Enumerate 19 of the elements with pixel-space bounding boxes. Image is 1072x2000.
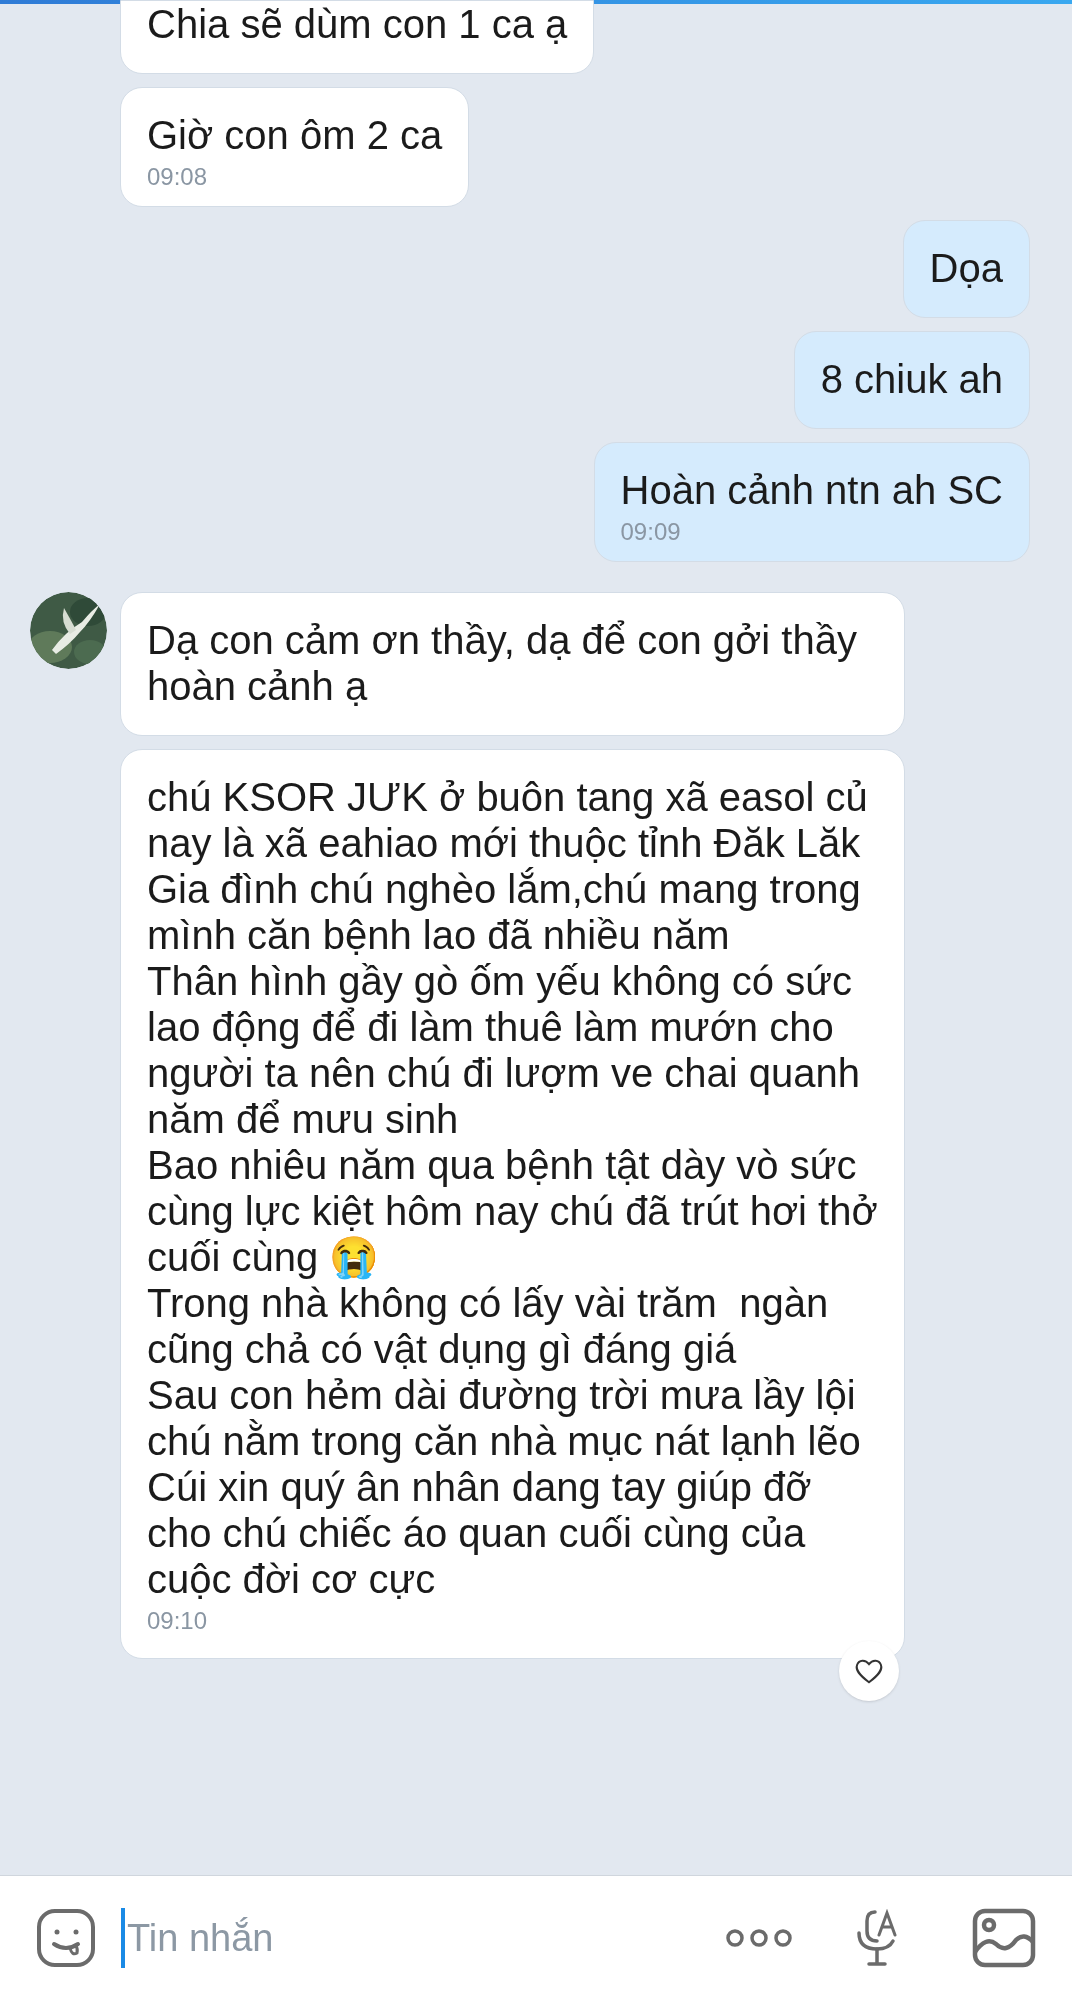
message-composer[interactable]: Tin nhắn <box>0 1875 1072 2000</box>
message-text: Dạ con cảm ơn thầy, dạ để con gởi thầy hoàn cảnh ạ <box>147 617 858 709</box>
message-time: 09:09 <box>620 517 682 547</box>
image-icon <box>972 1908 1036 1968</box>
message-time: 09:10 <box>147 1606 209 1636</box>
heart-icon <box>854 1657 884 1685</box>
sticker-button[interactable] <box>35 1907 97 1969</box>
like-button[interactable] <box>839 1641 899 1701</box>
message-text: chú KSOR JƯK ở buôn tang xã easol củ nay là xã eahiao mới thuộc tỉnh Đăk Lăk Gia đình chú nghèo lắm,chú mang trong mình căn bệnh lao đã nhiều năm Thân hình gầy gò ốm yếu không có sức lao động để đi làm thuê làm mướn cho người ta nên chú đi lượm ve chai quanh năm để mưu sinh Bao nhiêu năm qua bệnh tật dày vò sức cùng lực kiệt hôm nay chú đã trút hơi thở cuối cùng 😭 Trong nhà không có lấy vài trăm ngàn cũng chả có vật dụng gì đáng giá Sau con hẻm dài đường trời mưa lầy lội chú nằm trong căn nhà mục nát lạnh lẽo Cúi xin quý ân nhân dang tay giúp đỡ cho chú chiếc áo quan cuối cùng của cuộc đời cơ cực <box>147 774 878 1602</box>
message-time: 09:08 <box>147 162 209 192</box>
message-text: Dọa <box>929 245 1003 291</box>
message-input[interactable]: Tin nhắn <box>121 1908 699 1968</box>
message-text: Chia sẽ dùm con 1 ca ạ <box>147 1 568 47</box>
message-text: 8 chiuk ah <box>820 356 1003 402</box>
more-icon <box>725 1928 793 1948</box>
message-text: Hoàn cảnh ntn ah SC <box>620 467 1003 513</box>
message-text: Giờ con ôm 2 ca <box>147 112 443 158</box>
smiley-icon <box>36 1908 96 1968</box>
microphone-icon <box>855 1909 899 1967</box>
